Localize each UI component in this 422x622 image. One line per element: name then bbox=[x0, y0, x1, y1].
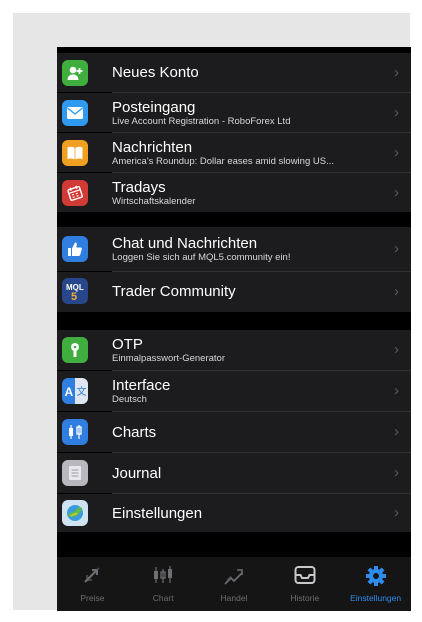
tab-label: Einstellungen bbox=[350, 593, 402, 603]
chevron-right-icon: › bbox=[394, 464, 399, 481]
chevron-right-icon: › bbox=[394, 382, 399, 399]
menu-item-inbox[interactable]: Posteingang Live Account Registration - … bbox=[57, 93, 411, 132]
candlestick-icon bbox=[62, 419, 88, 445]
tab-label: Chart bbox=[152, 593, 174, 603]
mail-icon bbox=[62, 100, 88, 126]
settings-gear-icon bbox=[365, 565, 387, 589]
calendar-icon bbox=[62, 180, 88, 206]
menu-item-title: Journal bbox=[112, 465, 162, 482]
menu-item-new-account[interactable]: Neues Konto › bbox=[57, 53, 411, 92]
menu-item-chat[interactable]: Chat und Nachrichten Loggen Sie sich auf… bbox=[57, 227, 411, 271]
menu-item-subtitle: Live Account Registration - RoboForex Lt… bbox=[112, 116, 291, 127]
tab-label: Historie bbox=[290, 593, 320, 603]
menu-item-subtitle: Wirtschaftskalender bbox=[112, 196, 196, 207]
svg-text:5: 5 bbox=[71, 291, 77, 302]
chevron-right-icon: › bbox=[394, 240, 399, 257]
tab-chart[interactable]: Chart bbox=[128, 557, 199, 611]
chevron-right-icon: › bbox=[394, 184, 399, 201]
menu-item-title: Chat und Nachrichten bbox=[112, 235, 258, 252]
tab-label: Preise bbox=[80, 593, 105, 603]
menu-item-title: Trader Community bbox=[112, 283, 236, 300]
journal-icon bbox=[62, 460, 88, 486]
menu-item-subtitle: America's Roundup: Dollar eases amid slo… bbox=[112, 156, 334, 167]
menu-item-title: OTP bbox=[112, 336, 143, 353]
menu-item-subtitle: Loggen Sie sich auf MQL5.community ein! bbox=[112, 252, 291, 263]
menu-item-title: Charts bbox=[112, 424, 157, 441]
chevron-right-icon: › bbox=[394, 423, 399, 440]
thumbs-up-icon bbox=[62, 236, 88, 262]
menu-item-title: Posteingang bbox=[112, 99, 196, 116]
translate-icon: A文 bbox=[62, 378, 88, 404]
menu-item-tradays[interactable]: Tradays Wirtschaftskalender › bbox=[57, 173, 411, 212]
section-gap bbox=[57, 212, 411, 227]
chevron-right-icon: › bbox=[394, 64, 399, 81]
chevron-right-icon: › bbox=[394, 144, 399, 161]
tab-label: Handel bbox=[220, 593, 248, 603]
menu-item-trader-community[interactable]: MQL 5 Trader Community › bbox=[57, 272, 411, 312]
chevron-right-icon: › bbox=[394, 341, 399, 358]
trade-icon bbox=[223, 565, 245, 589]
menu-item-settings[interactable]: Einstellungen › bbox=[57, 494, 411, 532]
menu-item-title: Interface bbox=[112, 377, 171, 394]
chart-icon bbox=[152, 565, 174, 587]
menu-item-title: Nachrichten bbox=[112, 139, 193, 156]
mql5-icon: MQL 5 bbox=[62, 278, 88, 304]
tab-settings[interactable]: Einstellungen bbox=[340, 557, 411, 611]
menu-item-news[interactable]: Nachrichten America's Roundup: Dollar ea… bbox=[57, 133, 411, 172]
chevron-right-icon: › bbox=[394, 504, 399, 521]
chevron-right-icon: › bbox=[394, 104, 399, 121]
tab-history[interactable]: Historie bbox=[269, 557, 340, 611]
menu-item-subtitle: Deutsch bbox=[112, 394, 147, 405]
quotes-icon bbox=[82, 565, 102, 587]
add-account-icon bbox=[62, 60, 88, 86]
book-icon bbox=[62, 140, 88, 166]
tab-trade[interactable]: Handel bbox=[199, 557, 270, 611]
tab-quotes[interactable]: Preise bbox=[57, 557, 128, 611]
menu-item-title: Neues Konto bbox=[112, 64, 199, 81]
svg-text:文: 文 bbox=[77, 385, 87, 398]
menu-item-charts[interactable]: Charts › bbox=[57, 412, 411, 452]
svg-text:A: A bbox=[65, 385, 74, 399]
section-gap bbox=[57, 312, 411, 330]
key-icon bbox=[62, 337, 88, 363]
menu-item-title: Einstellungen bbox=[112, 505, 203, 522]
menu-item-otp[interactable]: OTP Einmalpasswort-Generator › bbox=[57, 330, 411, 370]
menu-item-subtitle: Einmalpasswort-Generator bbox=[112, 353, 225, 364]
chevron-right-icon: › bbox=[394, 283, 399, 300]
menu-item-interface[interactable]: A文 Interface Deutsch › bbox=[57, 371, 411, 411]
history-icon bbox=[294, 565, 316, 587]
screenshot-frame: Neues Konto › Posteingang Live Account R… bbox=[13, 13, 411, 611]
settings-app-icon bbox=[62, 500, 88, 526]
tab-bar: Preise Chart Handel Historie Einstellung… bbox=[57, 557, 411, 611]
menu-item-title: Tradays bbox=[112, 179, 166, 196]
menu-item-journal[interactable]: Journal › bbox=[57, 453, 411, 493]
settings-screen: Neues Konto › Posteingang Live Account R… bbox=[57, 47, 411, 611]
